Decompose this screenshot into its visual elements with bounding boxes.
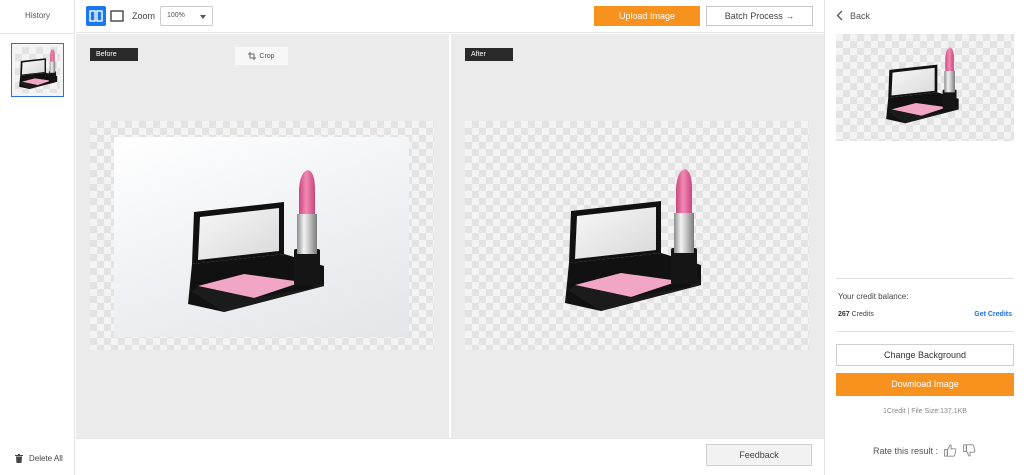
credit-balance-label: Your credit balance: [838, 292, 909, 301]
result-panel: Back Your credit balance: 267 Credits Ge… [824, 0, 1024, 475]
change-background-button[interactable]: Change Background [836, 344, 1014, 366]
after-product-image [565, 169, 701, 311]
after-tag: After [465, 48, 513, 61]
split-view-button[interactable] [86, 6, 106, 26]
thumbs-down-icon[interactable] [963, 444, 976, 457]
zoom-value: 100% [167, 12, 185, 19]
history-sidebar: History Delete All [0, 0, 75, 475]
before-product-image [188, 170, 324, 312]
credit-count: 267 Credits [838, 311, 874, 318]
comparison-stage: Before Crop After [76, 34, 824, 438]
history-divider [0, 33, 75, 34]
zoom-select[interactable]: 100% [160, 6, 213, 26]
trash-icon [15, 454, 23, 463]
chevron-down-icon [200, 15, 206, 19]
before-tag: Before [90, 48, 138, 61]
bottom-bar: Feedback [76, 438, 824, 475]
result-preview [836, 34, 1014, 141]
preview-product-image [886, 47, 959, 124]
get-credits-link[interactable]: Get Credits [974, 311, 1012, 318]
batch-process-button[interactable]: Batch Process → [706, 6, 813, 26]
back-button[interactable]: Back [836, 10, 870, 21]
thumbnail-product-image [19, 49, 58, 90]
split-view-icon [89, 10, 103, 22]
single-view-button[interactable] [107, 6, 127, 26]
panel-divider-top [836, 278, 1014, 279]
file-info: 1Credit | File Size:137.1KB [883, 408, 967, 415]
credit-amount: 267 [838, 311, 850, 318]
before-photo [114, 137, 409, 337]
delete-all-button[interactable]: Delete All [15, 454, 63, 463]
thumbs-up-icon[interactable] [944, 444, 957, 457]
crop-label: Crop [259, 52, 275, 60]
crop-icon [248, 52, 257, 60]
back-label: Back [850, 10, 871, 21]
single-view-icon [110, 10, 124, 22]
crop-button[interactable]: Crop [235, 47, 288, 65]
history-title: History [25, 11, 50, 20]
history-thumbnail[interactable] [11, 43, 64, 97]
feedback-button[interactable]: Feedback [706, 444, 812, 466]
rate-result: Rate this result : [873, 444, 976, 457]
download-image-button[interactable]: Download Image [836, 373, 1014, 396]
rate-label: Rate this result : [873, 445, 939, 456]
panel-divider-bottom [836, 331, 1014, 332]
stage-divider [449, 34, 451, 438]
chevron-left-icon [836, 10, 843, 21]
credit-unit: Credits [851, 311, 874, 318]
after-canvas [465, 121, 809, 350]
upload-image-button[interactable]: Upload Image [594, 6, 700, 26]
zoom-label: Zoom [132, 11, 156, 21]
delete-all-label: Delete All [29, 454, 63, 463]
toolbar: Zoom 100% Upload Image Batch Process → [76, 0, 824, 33]
